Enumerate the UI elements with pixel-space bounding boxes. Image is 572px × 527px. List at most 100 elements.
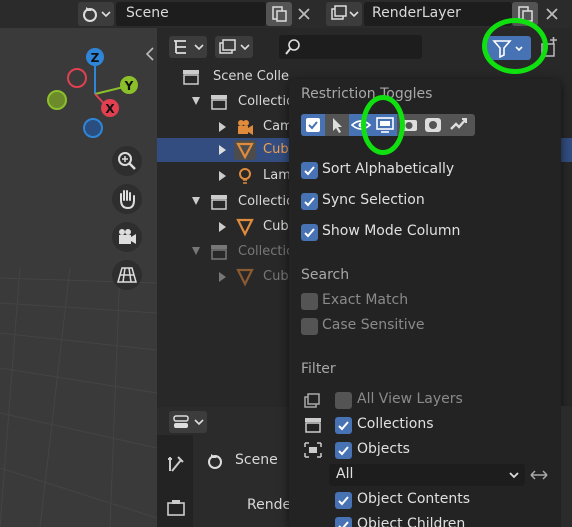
toggle-exclude-checkbox[interactable] xyxy=(301,114,325,136)
expand-arrow-icon[interactable] xyxy=(191,195,201,211)
exact-match-label: Exact Match xyxy=(322,292,409,308)
checkbox-icon xyxy=(306,118,320,132)
object-children-option[interactable]: Object Children xyxy=(329,515,559,527)
light-bulb-icon xyxy=(239,168,251,184)
negative-z-axis[interactable] xyxy=(83,118,103,138)
row-label: Cub xyxy=(263,269,289,284)
top-bar: Scene RenderLayer xyxy=(0,0,572,28)
expand-arrow-icon[interactable] xyxy=(191,245,201,261)
close-icon xyxy=(298,8,310,20)
view-layer-name-field[interactable]: RenderLayer xyxy=(364,2,512,26)
object-children-checkbox[interactable] xyxy=(335,517,352,527)
view-layer-selector-button[interactable] xyxy=(326,2,362,26)
tool-icon[interactable] xyxy=(165,453,187,475)
close-icon xyxy=(546,8,558,20)
remove-view-layer-button[interactable] xyxy=(540,2,564,26)
case-sensitive-option[interactable]: Case Sensitive xyxy=(301,317,541,337)
mesh-object-icon xyxy=(236,218,254,237)
collection-icon xyxy=(211,95,227,110)
properties-tabs xyxy=(157,435,193,527)
all-view-layers-option[interactable]: All View Layers xyxy=(301,390,551,412)
filter-section-title: Filter xyxy=(301,361,336,377)
expand-arrow-icon[interactable] xyxy=(217,121,227,137)
camera-icon xyxy=(119,229,136,244)
objects-option[interactable]: Objects xyxy=(301,440,551,462)
object-icon xyxy=(304,442,322,458)
toggle-holdout[interactable] xyxy=(421,114,445,136)
object-filter-dropdown[interactable]: All xyxy=(329,464,525,486)
image-icon xyxy=(219,39,250,54)
pan-button[interactable] xyxy=(112,184,142,214)
perspective-toggle-button[interactable] xyxy=(112,260,142,290)
case-sensitive-checkbox[interactable] xyxy=(301,318,318,335)
3d-viewport[interactable]: Z Y X xyxy=(0,28,157,527)
collections-option[interactable]: Collections xyxy=(301,415,551,437)
negative-x-axis[interactable] xyxy=(67,68,87,88)
exact-match-option[interactable]: Exact Match xyxy=(301,292,541,312)
mesh-object-icon xyxy=(234,140,256,160)
object-contents-checkbox[interactable] xyxy=(335,492,352,509)
collections-checkbox[interactable] xyxy=(335,417,352,434)
render-layers-icon xyxy=(331,5,359,20)
sort-alphabetically-checkbox[interactable] xyxy=(301,162,318,179)
toggle-selectable[interactable] xyxy=(325,114,349,136)
expand-arrow-icon[interactable] xyxy=(217,144,227,160)
display-mode-button[interactable] xyxy=(169,36,207,58)
search-section-title: Search xyxy=(301,267,350,283)
render-icon[interactable] xyxy=(165,497,187,519)
exact-match-checkbox[interactable] xyxy=(301,293,318,310)
outliner-search-input[interactable] xyxy=(279,35,422,59)
sync-selection-checkbox[interactable] xyxy=(301,193,318,210)
expand-arrow-icon[interactable] xyxy=(217,221,227,237)
properties-panel: Scene Rende xyxy=(157,407,291,527)
scene-name-field[interactable]: Scene xyxy=(116,2,266,26)
hand-icon xyxy=(120,190,135,210)
holdout-icon xyxy=(425,118,441,132)
sort-alphabetically-option[interactable]: Sort Alphabetically xyxy=(301,161,541,181)
camera-view-button[interactable] xyxy=(112,222,142,252)
object-contents-option[interactable]: Object Contents xyxy=(329,490,559,512)
collection-icon xyxy=(305,418,321,433)
all-view-layers-checkbox[interactable] xyxy=(335,392,352,409)
expand-arrow-icon[interactable] xyxy=(217,170,227,186)
x-axis-label: X xyxy=(105,102,115,116)
all-view-layers-label: All View Layers xyxy=(357,391,463,407)
show-mode-column-option[interactable]: Show Mode Column xyxy=(301,223,541,243)
duplicate-icon xyxy=(272,6,287,22)
toggle-indirect-only[interactable] xyxy=(445,114,475,136)
scene-icon xyxy=(83,7,111,22)
row-label: Lam xyxy=(263,168,291,183)
grid-icon xyxy=(117,267,137,283)
chevron-down-icon xyxy=(509,472,519,479)
properties-icon xyxy=(173,415,204,428)
zoom-icon xyxy=(118,152,136,170)
object-contents-label: Object Contents xyxy=(357,491,471,507)
sync-selection-label: Sync Selection xyxy=(322,192,425,208)
show-mode-column-checkbox[interactable] xyxy=(301,224,318,241)
properties-editor-edge xyxy=(561,406,572,527)
annotation-circle-filter xyxy=(482,18,548,74)
annotation-circle-toggle xyxy=(361,95,405,155)
new-scene-button[interactable] xyxy=(266,2,292,26)
render-layers-icon xyxy=(304,393,320,408)
objects-checkbox[interactable] xyxy=(335,442,352,459)
invert-filter-icon[interactable] xyxy=(527,465,551,485)
navigation-gizmo[interactable]: Z Y X xyxy=(40,46,150,156)
sync-selection-option[interactable]: Sync Selection xyxy=(301,192,541,212)
zoom-button[interactable] xyxy=(112,146,142,176)
remove-scene-button[interactable] xyxy=(292,2,316,26)
objects-label: Objects xyxy=(357,441,410,457)
scene-icon xyxy=(208,454,222,469)
object-children-label: Object Children xyxy=(357,516,466,527)
scene-name-text: Scene xyxy=(126,5,169,21)
expand-arrow-icon[interactable] xyxy=(217,271,227,287)
camera-object-icon xyxy=(238,120,253,135)
scene-selector-button[interactable] xyxy=(78,2,114,26)
scene-properties-label: Scene xyxy=(235,452,278,468)
outliner-icon xyxy=(174,40,204,54)
mesh-object-icon xyxy=(236,268,254,287)
negative-y-axis[interactable] xyxy=(47,90,67,110)
editor-type-button[interactable] xyxy=(169,411,207,433)
view-layer-filter-button[interactable] xyxy=(215,36,253,58)
expand-arrow-icon[interactable] xyxy=(191,95,201,111)
